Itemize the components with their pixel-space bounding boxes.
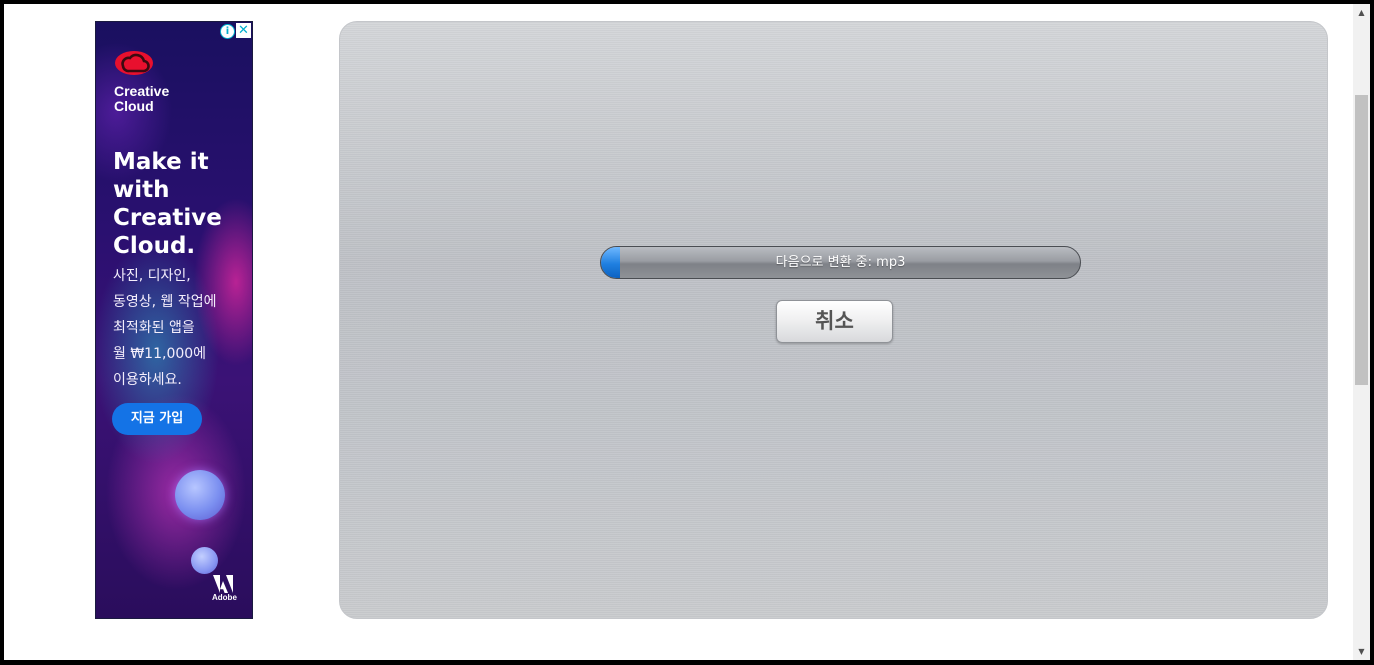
planet-graphic <box>175 470 225 520</box>
signup-button[interactable]: 지금 가입 <box>112 403 202 435</box>
progress-label: 다음으로 변환 중: mp3 <box>775 255 906 270</box>
ad-close-icon[interactable]: ✕ <box>236 23 251 38</box>
scroll-down-arrow-icon[interactable]: ▼ <box>1353 643 1370 660</box>
adobe-icon <box>213 575 233 593</box>
conversion-progress-bar: 다음으로 변환 중: mp3 <box>600 246 1081 279</box>
brand-name: Creative Cloud <box>114 83 170 114</box>
ad-headline: Make it with Creative Cloud. <box>113 149 222 259</box>
ad-info-icon[interactable]: i <box>220 24 235 39</box>
advertisement-banner[interactable]: i ✕ Creative Cloud Make it with Creative… <box>95 21 253 619</box>
vertical-scrollbar[interactable]: ▲ ▼ <box>1353 4 1370 660</box>
adobe-text: Adobe <box>212 593 237 602</box>
conversion-panel: 다음으로 변환 중: mp3 취소 <box>339 21 1328 619</box>
small-planet-graphic <box>191 547 218 574</box>
scroll-up-arrow-icon[interactable]: ▲ <box>1353 4 1370 21</box>
ad-body-text: 사진, 디자인, 동영상, 웹 작업에 최적화된 앱을 월 ₩11,000에 이… <box>113 268 217 388</box>
creative-cloud-logo-icon <box>115 51 153 75</box>
cancel-button[interactable]: 취소 <box>776 300 893 343</box>
scrollbar-thumb[interactable] <box>1355 95 1368 385</box>
adobe-logo: Adobe <box>212 575 237 603</box>
